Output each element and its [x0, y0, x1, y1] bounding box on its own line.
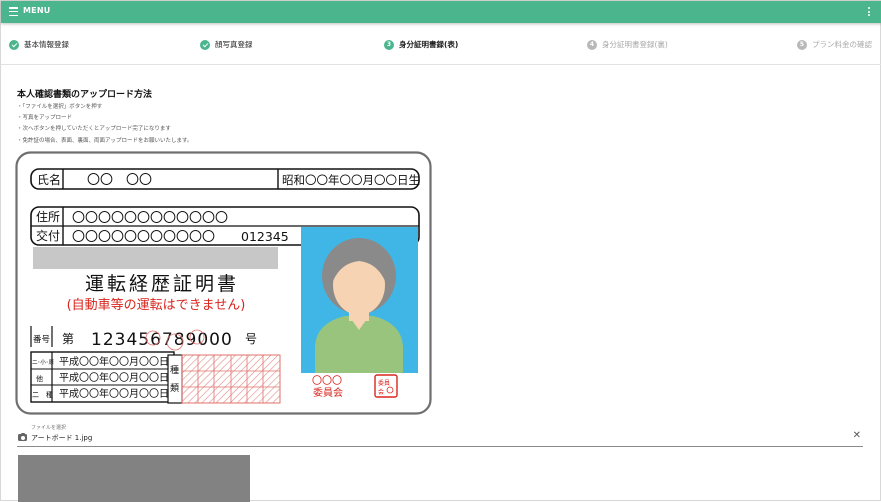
step-label: 顔写真登録 [215, 40, 253, 49]
camera-icon[interactable] [18, 432, 27, 441]
step-number: 5 [797, 39, 807, 50]
category-label: 二･小･原 [32, 358, 55, 366]
issue-label: 交付 [36, 228, 60, 243]
birth-date: 昭和〇〇年〇〇月〇〇日生 [282, 173, 420, 187]
license-number: 123456789000 [91, 330, 233, 350]
app-bar: MENU [1, 1, 881, 23]
number-suffix: 号 [245, 332, 257, 346]
clear-icon[interactable]: ✕ [853, 431, 861, 441]
category-label: 二 種 [32, 391, 53, 399]
name-value: 〇〇 〇〇 [87, 173, 152, 188]
step-label: プラン料金の確認 [812, 40, 872, 49]
file-field-label: ファイルを選択 [31, 425, 67, 431]
category-date: 平成〇〇年〇〇月〇〇日 [59, 371, 169, 384]
page-title: 本人確認書類のアップロード方法 [17, 90, 153, 100]
name-label: 氏名 [37, 172, 61, 187]
category-label: 他 [36, 374, 43, 383]
step-number: 3 [384, 39, 394, 50]
step-label: 身分証明書録(表) [399, 40, 459, 49]
hamburger-menu-icon[interactable] [9, 7, 18, 17]
issuer-name: 委員会 [313, 386, 343, 399]
check-icon [200, 39, 210, 50]
category-date: 平成〇〇年〇〇月〇〇日 [59, 355, 169, 368]
check-icon [9, 39, 19, 50]
step-id-front[interactable]: 3 身分証明書録(表) [384, 39, 458, 50]
svg-text:委員: 委員 [378, 379, 390, 387]
address-value: 〇〇〇〇〇〇〇〇〇〇〇〇 [72, 211, 228, 226]
sample-license-image: 氏名 〇〇 〇〇 昭和〇〇年〇〇月〇〇日生 住所 〇〇〇〇〇〇〇〇〇〇〇〇 交付… [15, 151, 432, 415]
instruction-item: ・写真をアップロード [17, 115, 73, 122]
issue-value: 〇〇〇〇〇〇〇〇〇〇〇 [72, 230, 215, 245]
step-number: 4 [587, 39, 597, 50]
type-label: 種 [170, 365, 179, 376]
step-label: 身分証明書登録(裏) [602, 40, 668, 49]
instruction-item: ・「ファイルを選択」ボタンを押す [17, 104, 103, 110]
progress-stepper: 基本情報登録 顔写真登録 3 身分証明書録(表) 4 身分証明書登録(裏) 5 … [1, 28, 881, 65]
license-subtitle: (自動車等の運転はできません) [67, 297, 246, 313]
instruction-item: ・免許証の場合、表面、裏面、両面アップロードをお願いいたします。 [17, 137, 193, 144]
svg-text:会: 会 [378, 388, 384, 396]
redacted-bar [33, 247, 278, 269]
issuer-mark: 〇〇〇 [312, 375, 342, 387]
file-upload-field[interactable]: ファイルを選択 アートボード 1.jpg ✕ [17, 424, 863, 447]
type-label: 類 [170, 383, 179, 394]
license-title: 運転経歴証明書 [85, 273, 239, 295]
issue-number: 012345 [241, 229, 289, 244]
step-id-back[interactable]: 4 身分証明書登録(裏) [587, 39, 668, 50]
step-face-photo[interactable]: 顔写真登録 [200, 39, 253, 50]
more-options-icon[interactable] [868, 7, 870, 18]
instruction-item: ・次へボタンを押していただくとアップロード完了になります [17, 126, 171, 133]
step-label: 基本情報登録 [24, 40, 69, 49]
number-prefix: 第 [62, 332, 74, 346]
address-label: 住所 [36, 210, 60, 224]
step-basic-info[interactable]: 基本情報登録 [9, 39, 69, 50]
number-label: 番号 [33, 334, 50, 345]
step-plan-price[interactable]: 5 プラン料金の確認 [797, 39, 872, 50]
upload-preview-image [18, 455, 250, 502]
file-name-value[interactable]: アートボード 1.jpg [31, 433, 92, 443]
menu-label[interactable]: MENU [23, 6, 50, 15]
category-date: 平成〇〇年〇〇月〇〇日 [59, 387, 169, 400]
instruction-list: ・「ファイルを選択」ボタンを押す ・写真をアップロード ・次へボタンを押していた… [17, 102, 192, 147]
